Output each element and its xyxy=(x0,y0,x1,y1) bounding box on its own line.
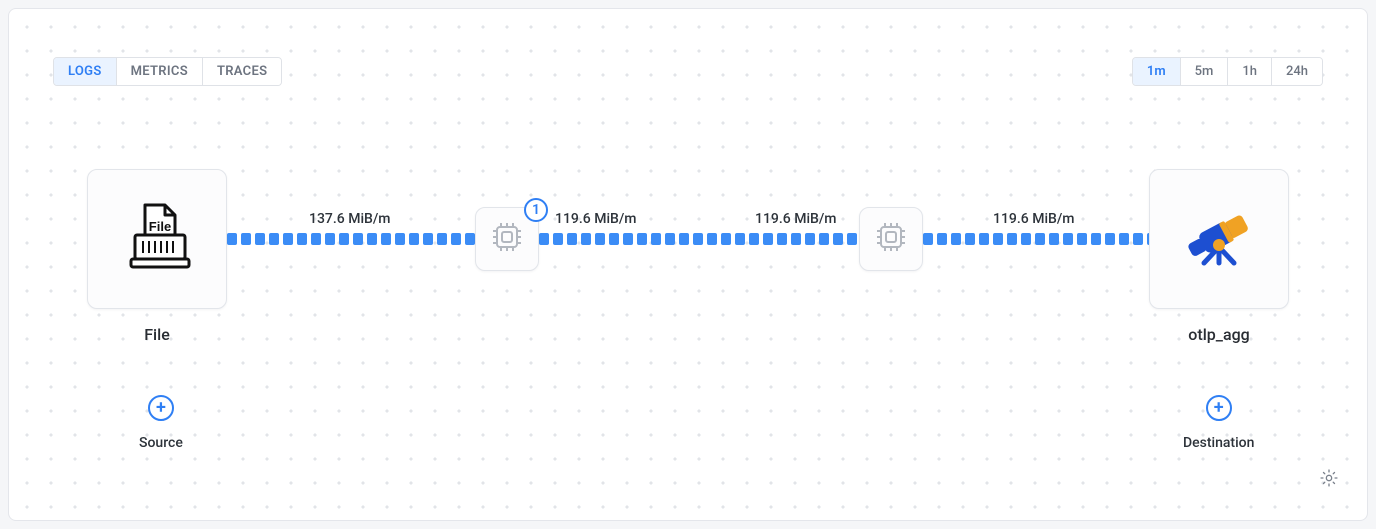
source-node-label: File xyxy=(87,325,227,344)
telescope-icon xyxy=(1177,201,1261,277)
processor-icon xyxy=(874,220,908,258)
flow-segment-1 xyxy=(227,233,475,245)
svg-text:File: File xyxy=(149,219,171,234)
flow-rate-2: 119.6 MiB/m xyxy=(555,211,637,227)
file-icon: File xyxy=(121,201,193,277)
plus-icon: + xyxy=(148,395,174,421)
gear-icon xyxy=(1319,473,1339,492)
flow-rate-4: 119.6 MiB/m xyxy=(993,211,1075,227)
add-destination-label: Destination xyxy=(1183,435,1254,451)
add-source-button[interactable]: + Source xyxy=(139,395,183,451)
destination-node-label: otlp_agg xyxy=(1149,325,1289,344)
source-node[interactable]: File xyxy=(87,169,227,309)
flow-segment-3 xyxy=(923,233,1151,245)
destination-node[interactable] xyxy=(1149,169,1289,309)
pipeline-panel: LOGS METRICS TRACES 1m 5m 1h 24h 137.6 M… xyxy=(8,8,1368,521)
processor-node-2[interactable] xyxy=(859,207,923,271)
processor-icon xyxy=(490,220,524,258)
flow-rate-1: 137.6 MiB/m xyxy=(309,211,391,227)
add-source-label: Source xyxy=(139,435,183,451)
flow-segment-2 xyxy=(539,233,859,245)
processor-node-1[interactable]: 1 xyxy=(475,207,539,271)
processor-badge: 1 xyxy=(524,198,548,222)
flow-rate-3: 119.6 MiB/m xyxy=(755,211,837,227)
plus-icon: + xyxy=(1206,395,1232,421)
settings-button[interactable] xyxy=(1319,468,1339,492)
pipeline-graph: 137.6 MiB/m 119.6 MiB/m 119.6 MiB/m 119.… xyxy=(9,9,1367,520)
add-destination-button[interactable]: + Destination xyxy=(1183,395,1254,451)
